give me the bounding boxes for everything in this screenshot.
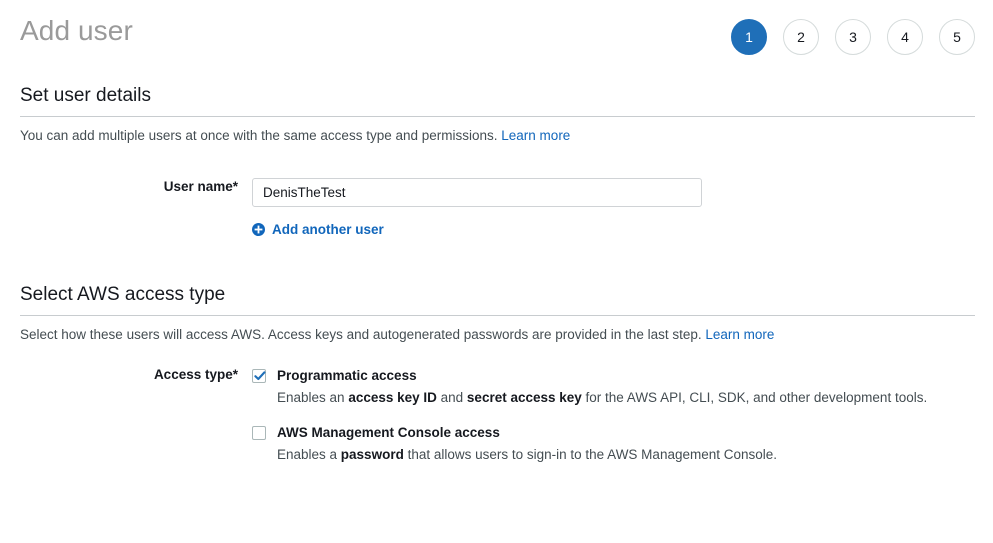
- username-input[interactable]: [252, 178, 702, 207]
- set-user-details-description: You can add multiple users at once with …: [20, 117, 975, 145]
- step-indicator-1[interactable]: 1: [731, 19, 767, 55]
- console-desc-2: that allows users to sign-in to the AWS …: [404, 447, 777, 462]
- programmatic-desc-2: and: [437, 390, 467, 405]
- username-label: User name*: [0, 178, 252, 196]
- access-type-row: Access type* Programmatic access Enables…: [0, 366, 975, 464]
- step-indicator-2[interactable]: 2: [783, 19, 819, 55]
- plus-circle-icon: [252, 223, 265, 236]
- access-type-heading: Select AWS access type: [20, 283, 975, 315]
- add-another-user-row: Add another user: [0, 222, 975, 241]
- programmatic-access-description: Enables an access key ID and secret acce…: [277, 388, 927, 407]
- access-type-label: Access type*: [0, 366, 252, 384]
- access-type-options: Programmatic access Enables an access ke…: [252, 366, 975, 464]
- programmatic-desc-3: for the AWS API, CLI, SDK, and other dev…: [582, 390, 927, 405]
- step-indicator-5-label: 5: [953, 29, 961, 45]
- programmatic-access-title: Programmatic access: [277, 367, 927, 385]
- console-desc-bold-1: password: [341, 447, 404, 462]
- console-access-description: Enables a password that allows users to …: [277, 445, 777, 464]
- console-access-body: AWS Management Console access Enables a …: [277, 424, 777, 464]
- step-indicator-5[interactable]: 5: [939, 19, 975, 55]
- step-indicator-2-label: 2: [797, 29, 805, 45]
- programmatic-access-body: Programmatic access Enables an access ke…: [277, 367, 927, 407]
- step-indicator-3[interactable]: 3: [835, 19, 871, 55]
- access-type-description-text: Select how these users will access AWS. …: [20, 327, 702, 342]
- access-type-section: Select AWS access type Select how these …: [20, 283, 975, 344]
- step-indicator-4-label: 4: [901, 29, 909, 45]
- add-another-user-button[interactable]: Add another user: [252, 222, 384, 237]
- step-indicator: 1 2 3 4 5: [731, 19, 975, 55]
- username-row: User name*: [0, 178, 975, 207]
- add-another-user-control: Add another user: [252, 222, 975, 241]
- add-user-page: Add user 1 2 3 4 5 Set user details You …: [0, 0, 993, 543]
- console-access-title: AWS Management Console access: [277, 424, 777, 442]
- console-access-checkbox[interactable]: [252, 426, 266, 440]
- console-desc-1: Enables a: [277, 447, 341, 462]
- set-user-details-heading: Set user details: [20, 84, 975, 116]
- access-type-learn-more-link[interactable]: Learn more: [705, 327, 774, 342]
- set-user-details-section: Set user details You can add multiple us…: [20, 84, 975, 145]
- add-another-user-label: Add another user: [272, 222, 384, 237]
- step-indicator-1-label: 1: [745, 29, 753, 45]
- programmatic-access-checkbox[interactable]: [252, 369, 266, 383]
- access-type-description: Select how these users will access AWS. …: [20, 316, 975, 344]
- set-user-details-learn-more-link[interactable]: Learn more: [501, 128, 570, 143]
- access-type-option-console[interactable]: AWS Management Console access Enables a …: [252, 424, 975, 464]
- programmatic-desc-bold-2: secret access key: [467, 390, 582, 405]
- step-indicator-3-label: 3: [849, 29, 857, 45]
- page-header: Add user 1 2 3 4 5: [0, 0, 993, 72]
- step-indicator-4[interactable]: 4: [887, 19, 923, 55]
- page-title: Add user: [20, 13, 133, 49]
- set-user-details-description-text: You can add multiple users at once with …: [20, 128, 498, 143]
- programmatic-desc-1: Enables an: [277, 390, 348, 405]
- access-type-option-programmatic[interactable]: Programmatic access Enables an access ke…: [252, 367, 975, 407]
- programmatic-desc-bold-1: access key ID: [348, 390, 437, 405]
- username-control: [252, 178, 975, 207]
